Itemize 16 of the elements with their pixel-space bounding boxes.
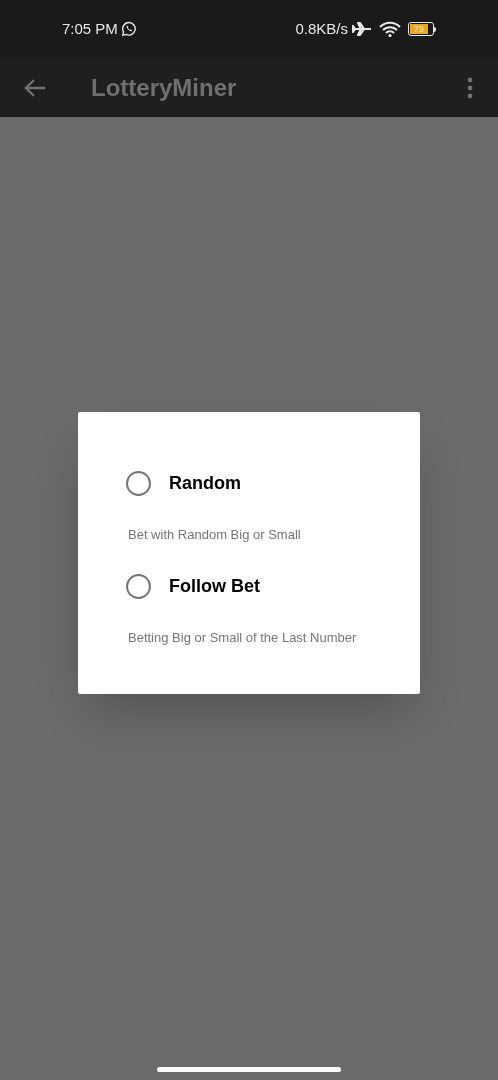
vertical-dots-icon [467, 76, 473, 99]
option-description: Betting Big or Small of the Last Number [128, 628, 358, 647]
option-label[interactable]: Follow Bet [169, 572, 260, 600]
radio-button[interactable] [126, 573, 151, 599]
option-description: Bet with Random Big or Small [128, 526, 302, 544]
chat-bubble-icon [120, 21, 137, 37]
option-label[interactable]: Random [169, 470, 241, 497]
status-time: 7:05 PM [62, 18, 118, 39]
battery-level: 79 [413, 24, 424, 34]
network-speed: 0.8KB/s [295, 18, 348, 39]
app-title: LotteryMiner [91, 72, 238, 103]
radio-button[interactable] [126, 471, 151, 496]
home-indicator[interactable] [157, 1067, 341, 1072]
airplane-icon [352, 21, 372, 37]
back-arrow-icon [23, 77, 47, 98]
wifi-icon [379, 21, 401, 37]
